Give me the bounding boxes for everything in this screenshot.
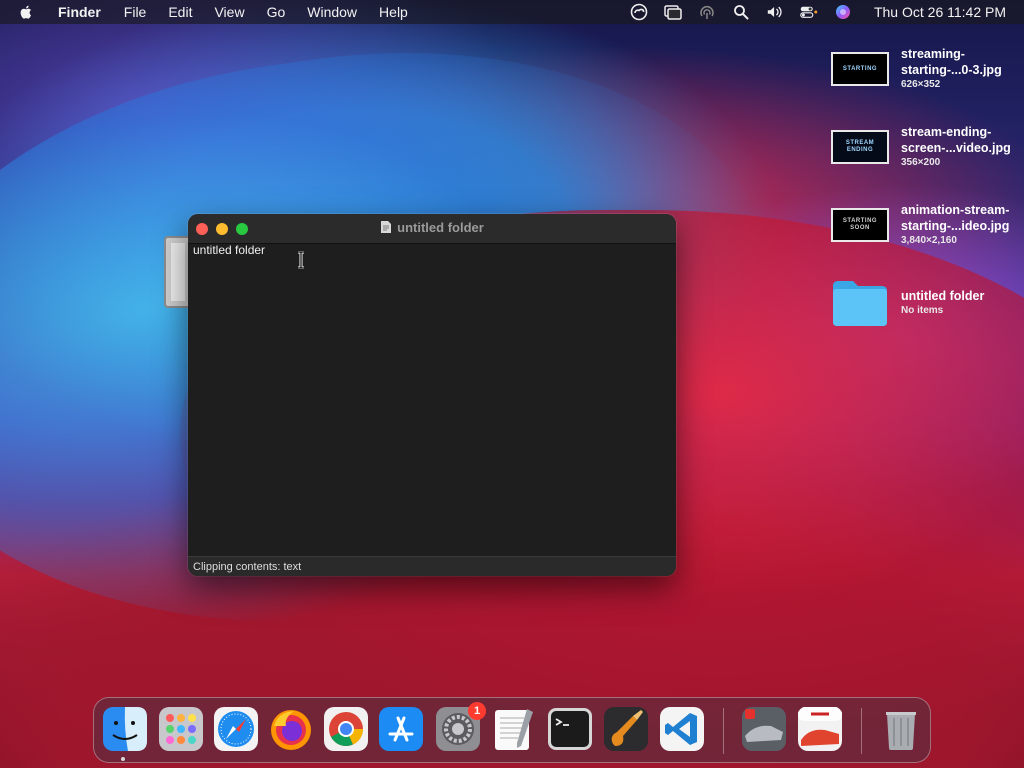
image-thumbnail: STARTING SOON: [831, 208, 889, 242]
dock-separator: [861, 708, 862, 754]
text-cursor-icon: [298, 251, 304, 269]
vscode-icon[interactable]: [659, 706, 705, 752]
clipping-content[interactable]: untitled folder: [193, 243, 265, 257]
firefox-icon[interactable]: [268, 706, 314, 752]
safari-icon[interactable]: [213, 706, 259, 752]
menu-bar: Finder File Edit View Go Window Help Thu…: [0, 0, 1024, 24]
text-clipping-icon: [381, 221, 392, 233]
terminal-icon[interactable]: [547, 706, 593, 752]
folder-icon: [833, 281, 887, 326]
menu-datetime[interactable]: Thu Oct 26 11:42 PM: [874, 4, 1006, 20]
menu-view[interactable]: View: [214, 4, 244, 20]
desktop-folder-count: No items: [901, 305, 944, 316]
volume-icon[interactable]: [766, 3, 784, 21]
desktop-file-dimensions: 3,840×2,160: [901, 235, 957, 246]
desktop-folder-untitled[interactable]: untitled folder No items: [831, 278, 1021, 332]
desktop-folder-name: untitled folder: [901, 289, 985, 303]
siri-icon[interactable]: [834, 3, 852, 21]
finder-running-indicator: [121, 757, 125, 761]
apple-logo-icon[interactable]: [18, 4, 34, 20]
textedit-icon[interactable]: [491, 706, 537, 752]
notification-badge: 1: [468, 702, 486, 720]
menu-app-finder[interactable]: Finder: [58, 4, 101, 20]
image-thumbnail: STREAM ENDING: [831, 130, 889, 164]
menu-go[interactable]: Go: [267, 4, 286, 20]
finder-icon[interactable]: [102, 706, 148, 752]
asphalt9-icon[interactable]: [797, 706, 843, 752]
clipping-window: untitled folder untitled folder Clipping…: [188, 214, 676, 576]
menu-window[interactable]: Window: [307, 4, 357, 20]
trash-icon[interactable]: [878, 706, 924, 752]
garageband-icon[interactable]: [603, 706, 649, 752]
desktop-file-name: stream-ending-screen-...video.jpg: [901, 125, 1011, 155]
screen-mirroring-icon[interactable]: [664, 3, 682, 21]
desktop-file-name: streaming-starting-...0-3.jpg: [901, 47, 1002, 77]
dock-separator: [723, 708, 724, 754]
window-titlebar[interactable]: untitled folder: [188, 214, 676, 244]
desktop-file-stream-ending[interactable]: STREAM ENDING stream-ending-screen-...vi…: [831, 124, 1021, 178]
airdrop-icon[interactable]: [698, 3, 716, 21]
control-center-icon[interactable]: [800, 3, 818, 21]
chrome-icon[interactable]: [323, 706, 369, 752]
creative-cloud-icon[interactable]: [630, 3, 648, 21]
dock: 1: [93, 697, 931, 763]
desktop-file-name: animation-stream-starting-...ideo.jpg: [901, 203, 1010, 233]
launchpad-icon[interactable]: [158, 706, 204, 752]
menu-help[interactable]: Help: [379, 4, 408, 20]
asphalt8-icon[interactable]: [741, 706, 787, 752]
search-icon[interactable]: [732, 3, 750, 21]
desktop-file-dimensions: 356×200: [901, 157, 941, 168]
desktop-file-animation-stream-starting[interactable]: STARTING SOON animation-stream-starting-…: [831, 202, 1021, 256]
app-store-icon[interactable]: [378, 706, 424, 752]
menu-file[interactable]: File: [124, 4, 147, 20]
image-thumbnail: STARTING: [831, 52, 889, 86]
desktop-file-streaming-starting[interactable]: STARTING streaming-starting-...0-3.jpg 6…: [831, 46, 1021, 100]
window-title: untitled folder: [188, 220, 676, 235]
status-bar: Clipping contents: text: [188, 556, 676, 576]
menu-edit[interactable]: Edit: [168, 4, 192, 20]
desktop-file-dimensions: 626×352: [901, 79, 941, 90]
